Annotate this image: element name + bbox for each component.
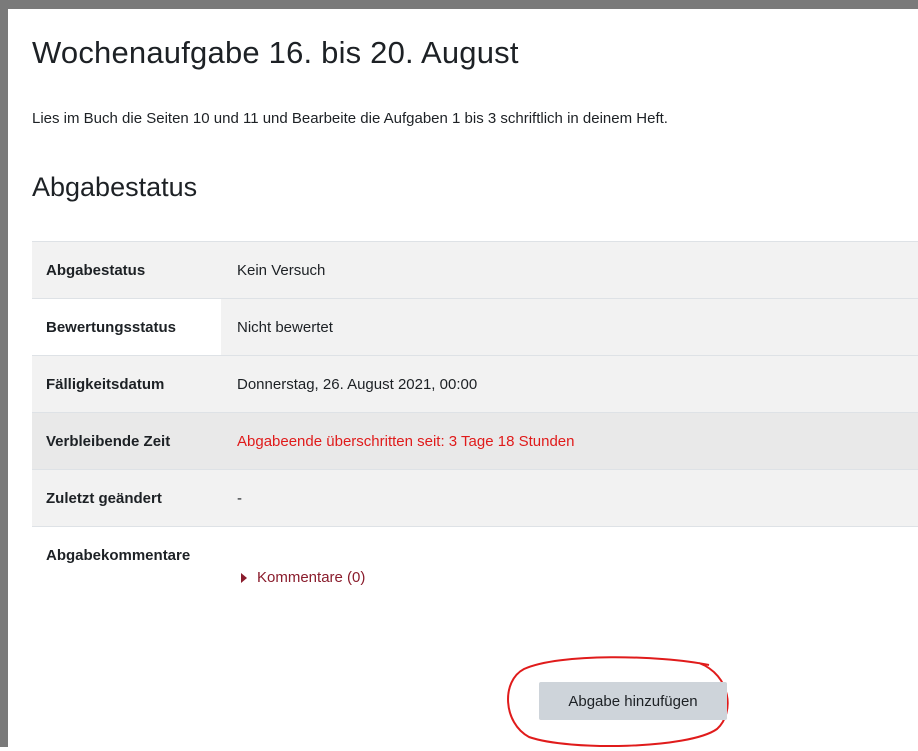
comments-link-label: Kommentare (0)	[257, 569, 366, 586]
row-label: Abgabekommentare	[46, 547, 191, 564]
comments-toggle-link[interactable]: Kommentare (0)	[237, 569, 365, 586]
caret-right-icon	[241, 572, 247, 583]
submit-area: Abgabe hinzufügen	[507, 656, 729, 747]
row-value: -	[237, 489, 242, 507]
page-title: Wochenaufgabe 16. bis 20. August	[32, 35, 519, 70]
row-label: Verbleibende Zeit	[46, 432, 171, 450]
table-row: Abgabestatus Kein Versuch	[32, 241, 918, 299]
window-frame-top	[0, 0, 918, 9]
row-value: Kein Versuch	[237, 261, 326, 279]
assignment-description: Lies im Buch die Seiten 10 und 11 und Be…	[32, 110, 668, 127]
table-row: Verbleibende Zeit Abgabeende überschritt…	[32, 412, 918, 470]
table-row: Bewertungsstatus Nicht bewertet	[32, 298, 918, 356]
row-label: Zuletzt geändert	[46, 489, 162, 507]
row-value: Nicht bewertet	[221, 298, 918, 356]
window-frame-left	[0, 0, 8, 747]
row-label: Bewertungsstatus	[32, 298, 221, 356]
row-label: Abgabestatus	[46, 261, 146, 279]
overdue-time-value: Abgabeende überschritten seit: 3 Tage 18…	[237, 432, 575, 450]
comments-cell: Kommentare (0)	[221, 527, 918, 605]
add-submission-button[interactable]: Abgabe hinzufügen	[539, 682, 727, 720]
table-row: Abgabekommentare Kommentare (0)	[32, 526, 918, 605]
table-row: Zuletzt geändert -	[32, 469, 918, 527]
submission-status-table: Abgabestatus Kein Versuch Bewertungsstat…	[32, 241, 918, 605]
row-label: Fälligkeitsdatum	[46, 375, 165, 393]
table-row: Fälligkeitsdatum Donnerstag, 26. August …	[32, 355, 918, 413]
row-value: Donnerstag, 26. August 2021, 00:00	[237, 375, 478, 393]
submission-status-heading: Abgabestatus	[32, 172, 198, 202]
